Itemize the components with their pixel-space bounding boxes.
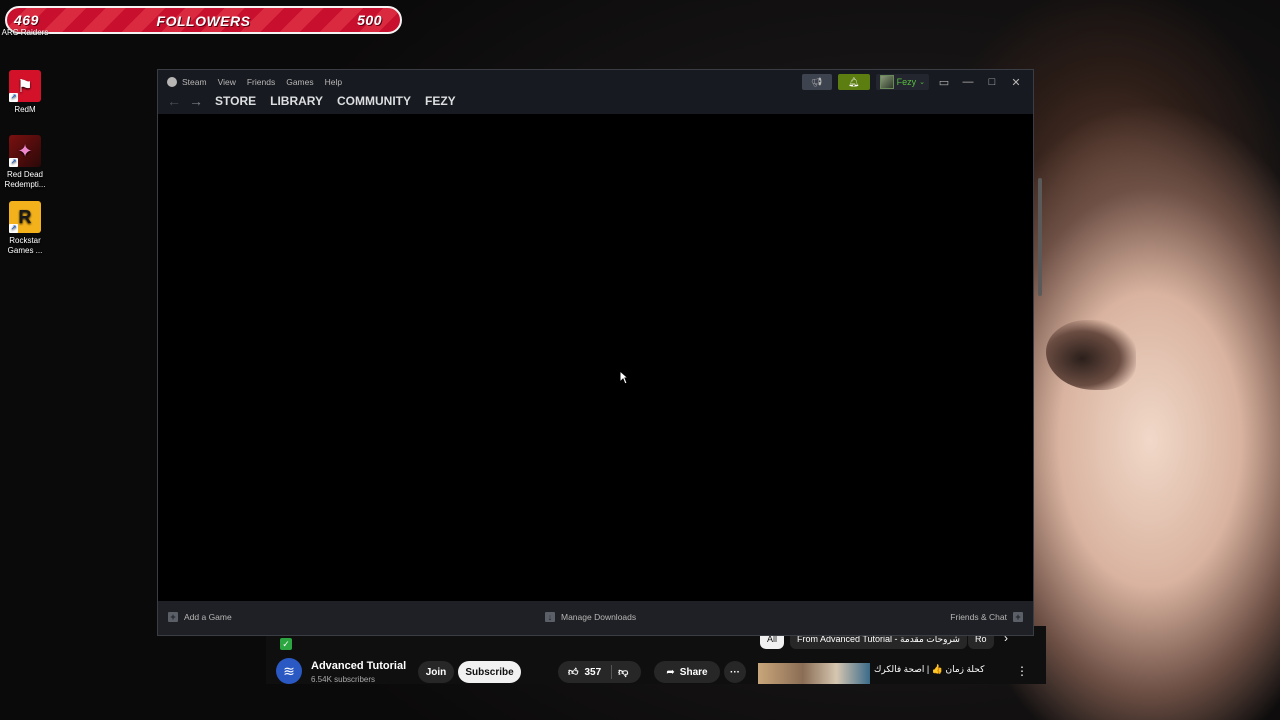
arc-raiders-label: ARC Raiders: [1, 28, 49, 37]
recommended-menu-icon[interactable]: ⋮: [1016, 664, 1028, 678]
maximize-button[interactable]: □: [983, 74, 1001, 90]
bell-icon: 🔔︎: [847, 76, 860, 87]
minimize-icon: —: [962, 76, 974, 88]
steam-content[interactable]: [158, 114, 1033, 601]
account-menu-button[interactable]: Fezy ⌄: [875, 74, 929, 90]
recommended-title[interactable]: كحلة زمان 👍 | اصحة فالكرك: [874, 664, 984, 675]
like-count: 357: [584, 666, 602, 678]
check-icon: ✓: [280, 638, 292, 650]
more-actions-button[interactable]: ···: [724, 661, 746, 683]
subscribe-button[interactable]: Subscribe: [458, 661, 521, 683]
rockstar-games-icon: R ↗: [9, 201, 41, 233]
follower-current: 469: [14, 12, 39, 28]
like-button[interactable]: 👍︎ 357 👎︎: [558, 661, 641, 683]
share-icon: ➦: [666, 666, 675, 678]
steam-menu-bar: Steam View Friends Games Help: [167, 77, 342, 87]
desktop-icon-red-dead-redemption[interactable]: ✦ ↗ Red Dead Redempti...: [0, 135, 50, 190]
thumbs-up-icon: 👍︎: [568, 667, 579, 678]
share-label: Share: [679, 666, 708, 678]
steam-window: Steam View Friends Games Help ← → STORE …: [157, 69, 1034, 636]
thumbs-down-icon[interactable]: 👎︎: [618, 666, 628, 678]
nav-library[interactable]: LIBRARY: [270, 94, 323, 108]
download-icon: ↓: [545, 612, 555, 622]
forward-arrow-icon[interactable]: →: [189, 93, 203, 109]
share-button[interactable]: ➦ Share: [654, 661, 720, 683]
follower-goal-bar: 469 FOLLOWERS 500: [5, 6, 402, 34]
channel-name[interactable]: Advanced Tutorial: [311, 660, 406, 672]
follower-title: FOLLOWERS: [156, 13, 251, 29]
account-name: Fezy: [896, 77, 917, 87]
announcements-button[interactable]: 📢︎: [801, 74, 832, 90]
avatar: [879, 75, 894, 89]
big-picture-button[interactable]: ▭: [935, 74, 953, 90]
scrollbar-thumb[interactable]: [1038, 178, 1042, 296]
maximize-icon: □: [988, 76, 996, 88]
friends-chat-label: Friends & Chat: [950, 612, 1007, 622]
menu-view[interactable]: View: [218, 77, 236, 87]
chat-icon: +: [1013, 612, 1023, 622]
minimize-button[interactable]: —: [959, 74, 977, 90]
menu-help[interactable]: Help: [325, 77, 342, 87]
recommended-thumbnail[interactable]: [758, 663, 870, 684]
nav-profile[interactable]: FEZY: [425, 94, 456, 108]
redm-label: RedM: [14, 105, 36, 114]
redm-icon: ⚑ ↗: [9, 70, 41, 102]
manage-downloads-button[interactable]: ↓ Manage Downloads: [545, 612, 636, 622]
join-button[interactable]: Join: [418, 661, 454, 683]
steam-nav: ← → STORE LIBRARY COMMUNITY FEZY: [167, 93, 456, 109]
channel-subscribers: 6.54K subscribers: [311, 675, 376, 684]
steam-titlebar: Steam View Friends Games Help ← → STORE …: [158, 70, 1033, 114]
like-divider: [611, 665, 613, 679]
steam-logo-icon: [167, 77, 177, 87]
megaphone-icon: 📢︎: [810, 76, 823, 87]
steam-bottom-bar: + Add a Game ↓ Manage Downloads Friends …: [158, 601, 1033, 635]
channel-avatar[interactable]: ≋: [276, 658, 302, 684]
menu-steam-label: Steam: [182, 77, 207, 87]
mouse-cursor: [619, 369, 630, 390]
friends-chat-button[interactable]: Friends & Chat +: [950, 612, 1023, 622]
plus-icon: +: [168, 612, 178, 622]
menu-games[interactable]: Games: [286, 77, 313, 87]
red-dead-redemption-icon: ✦ ↗: [9, 135, 41, 167]
menu-steam[interactable]: Steam: [167, 77, 207, 87]
close-icon: ✕: [1011, 76, 1021, 89]
nav-store[interactable]: STORE: [215, 94, 256, 108]
red-dead-label: Red Dead Redempti...: [4, 170, 46, 189]
follower-goal: 500: [357, 12, 382, 28]
steam-top-right: 📢︎ 🔔︎ Fezy ⌄ ▭ — □ ✕: [801, 74, 1025, 90]
page-scrollbar[interactable]: [1036, 166, 1044, 678]
manage-downloads-label: Manage Downloads: [561, 612, 637, 622]
nav-community[interactable]: COMMUNITY: [337, 94, 411, 108]
desktop-icon-redm[interactable]: ⚑ ↗ RedM: [0, 70, 50, 115]
notifications-button[interactable]: 🔔︎: [837, 74, 870, 90]
monitor-icon: ▭: [938, 76, 950, 89]
add-game-button[interactable]: + Add a Game: [168, 612, 232, 622]
desktop-icon-arc-raiders[interactable]: ARC Raiders: [0, 28, 50, 38]
close-button[interactable]: ✕: [1007, 74, 1025, 90]
back-arrow-icon[interactable]: ←: [167, 93, 181, 109]
desktop-icon-rockstar-games[interactable]: R ↗ Rockstar Games ...: [0, 201, 50, 256]
rockstar-label: Rockstar Games ...: [7, 236, 43, 255]
menu-friends[interactable]: Friends: [247, 77, 275, 87]
chevron-down-icon: ⌄: [919, 79, 925, 86]
add-game-label: Add a Game: [184, 612, 232, 622]
